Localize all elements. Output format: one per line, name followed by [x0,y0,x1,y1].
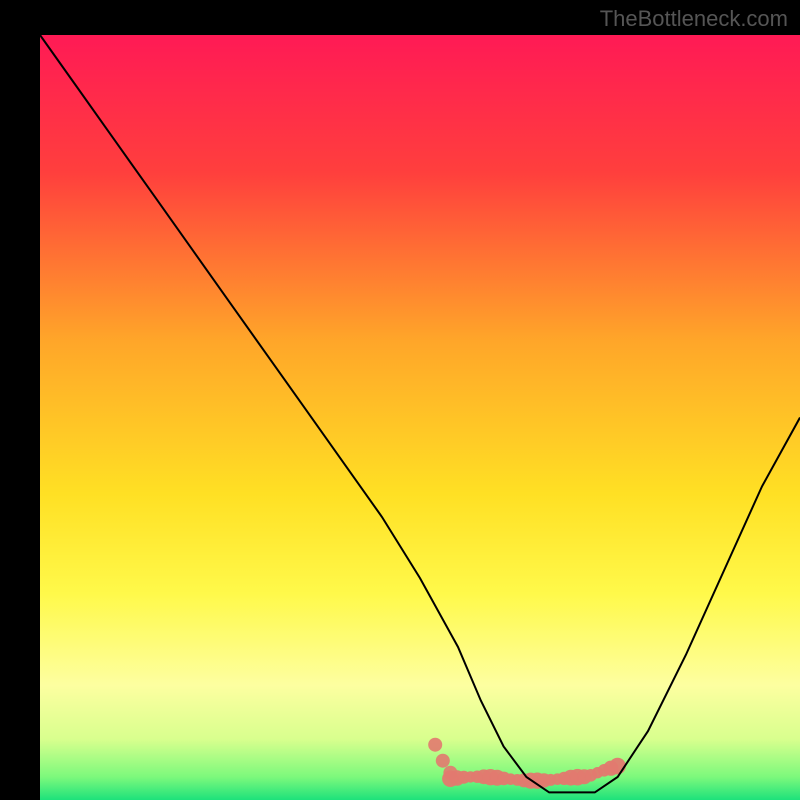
chart-container: TheBottleneck.com [0,0,800,800]
plot-background [40,35,800,800]
watermark-label: TheBottleneck.com [600,6,788,32]
bottleneck-chart [0,0,800,800]
